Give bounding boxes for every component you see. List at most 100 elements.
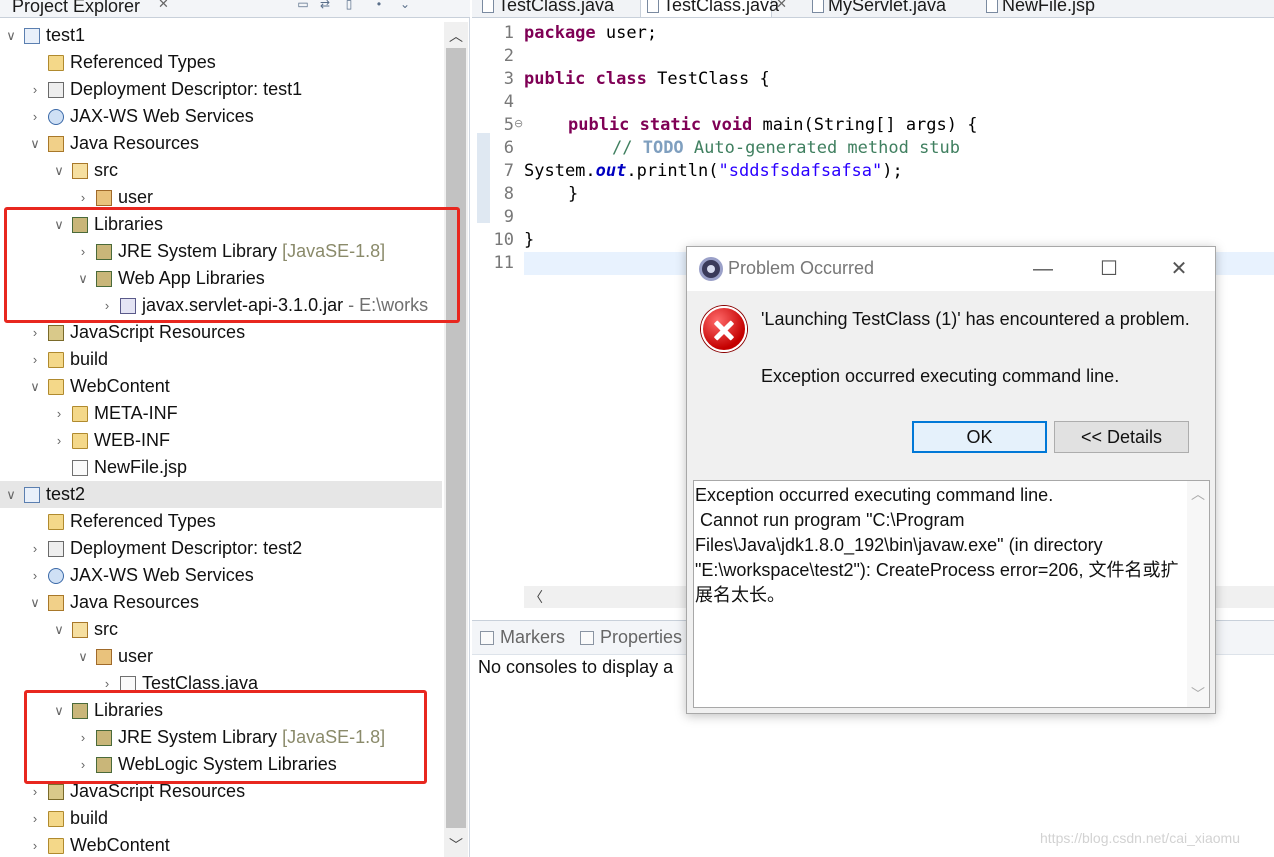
tree-item[interactable]: › JavaScript Resources xyxy=(0,319,442,346)
details-scrollbar[interactable]: ︿ ﹀ xyxy=(1187,481,1209,707)
chevron-right-icon[interactable]: › xyxy=(28,832,42,857)
project-icon xyxy=(24,28,40,44)
js-resources-icon xyxy=(48,784,64,800)
tree-item[interactable]: › WebContent xyxy=(0,832,442,857)
properties-icon xyxy=(580,631,594,645)
java-resources-icon xyxy=(48,595,64,611)
project-explorer-title[interactable]: Project Explorer xyxy=(0,0,140,16)
tab-testclass-java-2[interactable]: TestClass.java ✕ xyxy=(640,0,787,17)
tab-testclass-java-1[interactable]: TestClass.java xyxy=(476,0,614,17)
tree-item-label: WebContent xyxy=(70,835,170,855)
tree-item[interactable]: ∨ WebContent xyxy=(0,373,442,400)
tree-item[interactable]: › META-INF xyxy=(0,400,442,427)
tree-item-label: JavaScript Resources xyxy=(70,322,246,342)
tree-item[interactable]: ∨ src xyxy=(0,157,442,184)
chevron-right-icon[interactable]: › xyxy=(28,319,42,346)
line-number: 5 xyxy=(503,115,514,135)
tab-markers[interactable]: Markers xyxy=(478,627,565,648)
tree-item-label: test1 xyxy=(46,25,86,45)
tree-item[interactable]: Referenced Types xyxy=(0,49,442,76)
chevron-right-icon[interactable]: › xyxy=(28,805,42,832)
dialog-message: 'Launching TestClass (1)' has encountere… xyxy=(761,309,1190,329)
js-resources-icon xyxy=(48,325,64,341)
problem-occurred-dialog: Problem Occurred — ☐ ✕ 'Launching TestCl… xyxy=(686,246,1216,714)
chevron-right-icon[interactable]: › xyxy=(28,103,42,130)
tab-properties[interactable]: Properties xyxy=(578,627,682,648)
scroll-left-icon[interactable]: 〈 xyxy=(526,586,546,608)
chevron-down-icon[interactable]: ∨ xyxy=(28,373,42,400)
minimize-icon[interactable]: — xyxy=(1023,255,1063,283)
chevron-down-icon[interactable]: ∨ xyxy=(52,616,66,643)
tree-item-label: JAX-WS Web Services xyxy=(70,565,254,585)
link-with-editor-icon[interactable]: ⇄ xyxy=(318,0,332,11)
tree-item[interactable]: ∨ test2 xyxy=(0,481,442,508)
editor-tabs: TestClass.java TestClass.java ✕ MyServle… xyxy=(472,0,1274,18)
close-icon[interactable]: ✕ xyxy=(158,0,169,12)
tree-item[interactable]: › Deployment Descriptor: test2 xyxy=(0,535,442,562)
chevron-down-icon[interactable]: ∨ xyxy=(28,130,42,157)
close-icon[interactable]: ✕ xyxy=(776,0,787,12)
scroll-down-icon[interactable]: ﹀ xyxy=(1187,683,1209,705)
highlight-box-test1-libraries xyxy=(4,207,460,323)
descriptor-icon xyxy=(48,82,64,98)
details-button[interactable]: << Details xyxy=(1054,421,1189,453)
package-icon xyxy=(96,649,112,665)
watermark: https://blog.csdn.net/cai_xiaomu xyxy=(1040,830,1241,846)
tree-item[interactable]: ∨ Java Resources xyxy=(0,589,442,616)
descriptor-icon xyxy=(48,541,64,557)
tree-item-label: Referenced Types xyxy=(70,52,216,72)
chevron-right-icon[interactable]: › xyxy=(52,427,66,454)
tree-item-label: user xyxy=(118,187,154,207)
chevron-right-icon[interactable]: › xyxy=(28,562,42,589)
tree-item-label: Deployment Descriptor: test1 xyxy=(70,79,303,99)
tree-item-label: src xyxy=(94,160,118,180)
folder-icon xyxy=(48,811,64,827)
tab-newfile-jsp[interactable]: NewFile.jsp xyxy=(980,0,1120,17)
tree-item-label: user xyxy=(118,646,154,666)
tree-item[interactable]: ∨ user xyxy=(0,643,442,670)
chevron-right-icon[interactable]: › xyxy=(52,400,66,427)
chevron-right-icon[interactable]: › xyxy=(28,76,42,103)
chevron-down-icon[interactable]: ∨ xyxy=(52,157,66,184)
minimize-view-icon[interactable]: ⌄ xyxy=(398,0,412,11)
dialog-title-bar[interactable]: Problem Occurred — ☐ ✕ xyxy=(687,247,1215,291)
tree-item[interactable]: › Deployment Descriptor: test1 xyxy=(0,76,442,103)
chevron-right-icon[interactable]: › xyxy=(28,535,42,562)
chevron-down-icon[interactable]: ∨ xyxy=(28,589,42,616)
tree-item[interactable]: ∨ src xyxy=(0,616,442,643)
ok-button[interactable]: OK xyxy=(912,421,1047,453)
tab-myservlet-java[interactable]: MyServlet.java xyxy=(806,0,956,17)
tree-item[interactable]: › build xyxy=(0,346,442,373)
tree-item-label: Java Resources xyxy=(70,592,200,612)
view-menu-icon[interactable]: • xyxy=(372,0,386,11)
tree-item[interactable]: Referenced Types xyxy=(0,508,442,535)
close-icon[interactable]: ✕ xyxy=(1159,255,1199,283)
tree-item[interactable]: › JAX-WS Web Services xyxy=(0,103,442,130)
webservice-icon xyxy=(48,568,64,584)
chevron-down-icon[interactable]: ∨ xyxy=(4,481,18,508)
details-text-area[interactable]: Exception occurred executing command lin… xyxy=(693,480,1210,708)
scroll-down-icon[interactable]: ﹀ xyxy=(444,833,468,857)
folder-icon xyxy=(48,514,64,530)
tree-item[interactable]: › WEB-INF xyxy=(0,427,442,454)
explorer-vertical-scrollbar[interactable]: ︿ ﹀ xyxy=(444,22,468,857)
chevron-right-icon[interactable]: › xyxy=(28,346,42,373)
tree-item[interactable]: ∨ Java Resources xyxy=(0,130,442,157)
chevron-down-icon[interactable]: ∨ xyxy=(4,22,18,49)
scroll-up-icon[interactable]: ︿ xyxy=(1187,483,1209,505)
tree-item[interactable]: ∨ test1 xyxy=(0,22,442,49)
collapse-all-icon[interactable]: ▭ xyxy=(296,0,310,11)
scroll-thumb[interactable] xyxy=(446,48,466,828)
eclipse-icon xyxy=(699,257,723,281)
filter-icon[interactable]: ▯ xyxy=(342,0,356,11)
tree-item[interactable]: › JAX-WS Web Services xyxy=(0,562,442,589)
maximize-icon[interactable]: ☐ xyxy=(1089,255,1129,283)
error-icon xyxy=(701,306,747,352)
tree-item[interactable]: › build xyxy=(0,805,442,832)
tree-item[interactable]: NewFile.jsp xyxy=(0,454,442,481)
tree-item-label: NewFile.jsp xyxy=(94,457,188,477)
scroll-up-icon[interactable]: ︿ xyxy=(444,24,468,48)
chevron-down-icon[interactable]: ∨ xyxy=(76,643,90,670)
fold-icon[interactable]: ⊖ xyxy=(514,117,523,130)
jsp-file-icon xyxy=(986,0,998,13)
